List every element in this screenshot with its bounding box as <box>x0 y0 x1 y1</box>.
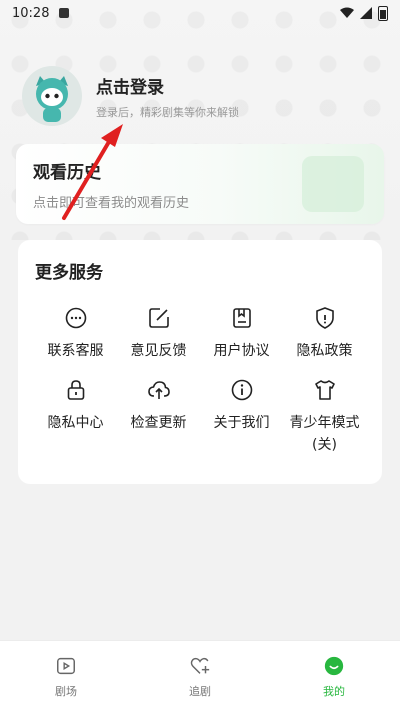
service-label: 用户协议 <box>213 343 270 359</box>
services-title: 更多服务 <box>35 263 103 283</box>
service-label: 检查更新 <box>130 415 187 431</box>
status-bar: 10:28 <box>0 0 400 26</box>
service-teen-mode[interactable]: 青少年模式 (关) <box>279 378 370 456</box>
service-user-agreement[interactable]: 用户协议 <box>196 306 287 362</box>
bottom-navigation: 剧场 追剧 我的 <box>0 640 400 712</box>
tab-label: 剧场 <box>55 685 77 698</box>
tab-theater[interactable]: 剧场 <box>26 655 106 699</box>
edit-feedback-icon <box>148 308 169 328</box>
shield-icon <box>315 307 334 329</box>
heart-plus-icon <box>190 657 210 674</box>
tab-label: 追剧 <box>189 685 211 698</box>
service-label: 青少年模式 (关) <box>289 415 360 453</box>
service-label: 隐私中心 <box>47 415 104 431</box>
wifi-icon <box>340 7 354 18</box>
tab-label: 我的 <box>323 685 345 698</box>
more-services-card: 更多服务 联系客服 意见反馈 用户协议 隐私政策 隐私中心 检查更新 关于我们 <box>18 240 382 484</box>
service-privacy-policy[interactable]: 隐私政策 <box>279 306 370 362</box>
service-label: 意见反馈 <box>130 343 187 359</box>
bookmark-document-icon <box>232 308 251 328</box>
service-label: 联系客服 <box>47 343 104 359</box>
theater-icon <box>57 657 75 675</box>
login-profile[interactable]: 点击登录 登录后，精彩剧集等你来解锁 <box>22 66 239 126</box>
service-contact[interactable]: 联系客服 <box>30 306 121 362</box>
watch-history-card[interactable]: 观看历史 点击即可查看我的观看历史 <box>16 144 384 224</box>
service-feedback[interactable]: 意见反馈 <box>113 306 204 362</box>
lock-icon <box>67 380 84 400</box>
chat-bubble-icon <box>65 307 86 329</box>
info-icon <box>231 379 252 401</box>
history-subtitle: 点击即可查看我的观看历史 <box>33 196 190 211</box>
cloud-upload-icon <box>147 381 170 399</box>
login-subtitle: 登录后，精彩剧集等你来解锁 <box>96 105 239 119</box>
avatar[interactable] <box>22 66 82 126</box>
status-time: 10:28 <box>12 5 50 21</box>
login-title[interactable]: 点击登录 <box>96 73 239 98</box>
history-title: 观看历史 <box>33 163 101 183</box>
profile-smile-icon <box>324 656 344 676</box>
avatar-character-icon <box>36 76 68 122</box>
signal-icon <box>360 7 372 19</box>
service-about-us[interactable]: 关于我们 <box>196 378 287 434</box>
tab-mine[interactable]: 我的 <box>294 655 374 699</box>
shirt-icon <box>314 380 335 400</box>
battery-icon <box>378 5 388 21</box>
tv-illustration-icon <box>302 156 364 212</box>
service-label: 关于我们 <box>213 415 270 431</box>
tab-follow[interactable]: 追剧 <box>160 655 240 699</box>
service-check-update[interactable]: 检查更新 <box>113 378 204 434</box>
service-label: 隐私政策 <box>296 343 353 359</box>
service-privacy-center[interactable]: 隐私中心 <box>30 378 121 434</box>
notification-icon <box>59 8 70 18</box>
